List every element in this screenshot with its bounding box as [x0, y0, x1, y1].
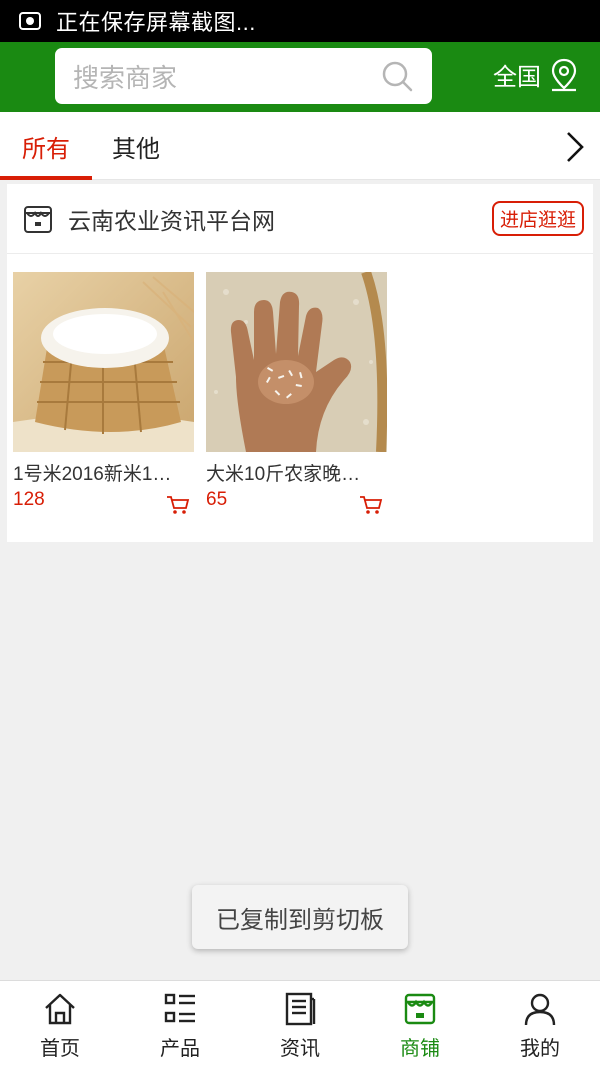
nav-label: 我的 [520, 1038, 560, 1060]
search-icon[interactable] [380, 59, 414, 93]
product-title: 大米10斤农家晚… [206, 464, 361, 485]
nav-label: 商铺 [400, 1038, 440, 1060]
enter-shop-button[interactable]: 进店逛逛 [491, 201, 584, 236]
region-label: 全国 [493, 64, 541, 91]
nav-news[interactable]: 资讯 [240, 981, 360, 1067]
bottom-nav: 首页 产品 资讯 商铺 我的 [0, 980, 600, 1067]
user-icon [524, 993, 556, 1026]
tab-other[interactable]: 其他 [92, 112, 180, 180]
nav-home[interactable]: 首页 [0, 981, 120, 1067]
region-selector[interactable]: 全国 [493, 57, 579, 92]
status-text: 正在保存屏幕截图... [56, 10, 256, 35]
tab-all[interactable]: 所有 [0, 112, 92, 180]
location-icon [551, 58, 577, 91]
product-image-rice-basket[interactable] [13, 272, 194, 452]
nav-label: 首页 [40, 1038, 80, 1060]
screenshot-icon [19, 12, 41, 30]
toast-message: 已复制到剪切板 [192, 885, 408, 949]
product-card[interactable]: 大米10斤农家晚… 65 [206, 272, 387, 514]
nav-label: 资讯 [280, 1038, 320, 1060]
shop-icon [404, 993, 436, 1025]
home-icon [45, 993, 75, 1025]
nav-shops[interactable]: 商铺 [360, 981, 480, 1067]
nav-label: 产品 [160, 1038, 200, 1060]
product-card[interactable]: 1号米2016新米1… 128 [13, 272, 194, 514]
shop-name: 云南农业资讯平台网 [68, 207, 275, 234]
cart-icon[interactable] [166, 495, 190, 515]
shop-header[interactable]: 云南农业资讯平台网 进店逛逛 [7, 184, 593, 254]
search-input[interactable]: 搜索商家 [55, 48, 432, 104]
search-placeholder: 搜索商家 [73, 62, 178, 93]
cart-icon[interactable] [359, 495, 383, 515]
status-bar: 正在保存屏幕截图... [0, 0, 600, 42]
list-icon [164, 993, 195, 1023]
chevron-right-icon[interactable] [564, 130, 586, 164]
nav-products[interactable]: 产品 [120, 981, 240, 1067]
product-title: 1号米2016新米1… [13, 464, 172, 485]
nav-mine[interactable]: 我的 [480, 981, 600, 1067]
category-tabs: 所有 其他 [0, 112, 600, 180]
shop-icon [24, 205, 52, 233]
top-bar: 搜索商家 全国 [0, 42, 600, 112]
shop-card: 云南农业资讯平台网 进店逛逛 1号米2016新米1… 128 大米10斤农家晚…… [7, 184, 593, 542]
product-image-rice-hand[interactable] [206, 272, 387, 452]
news-icon [285, 992, 316, 1026]
